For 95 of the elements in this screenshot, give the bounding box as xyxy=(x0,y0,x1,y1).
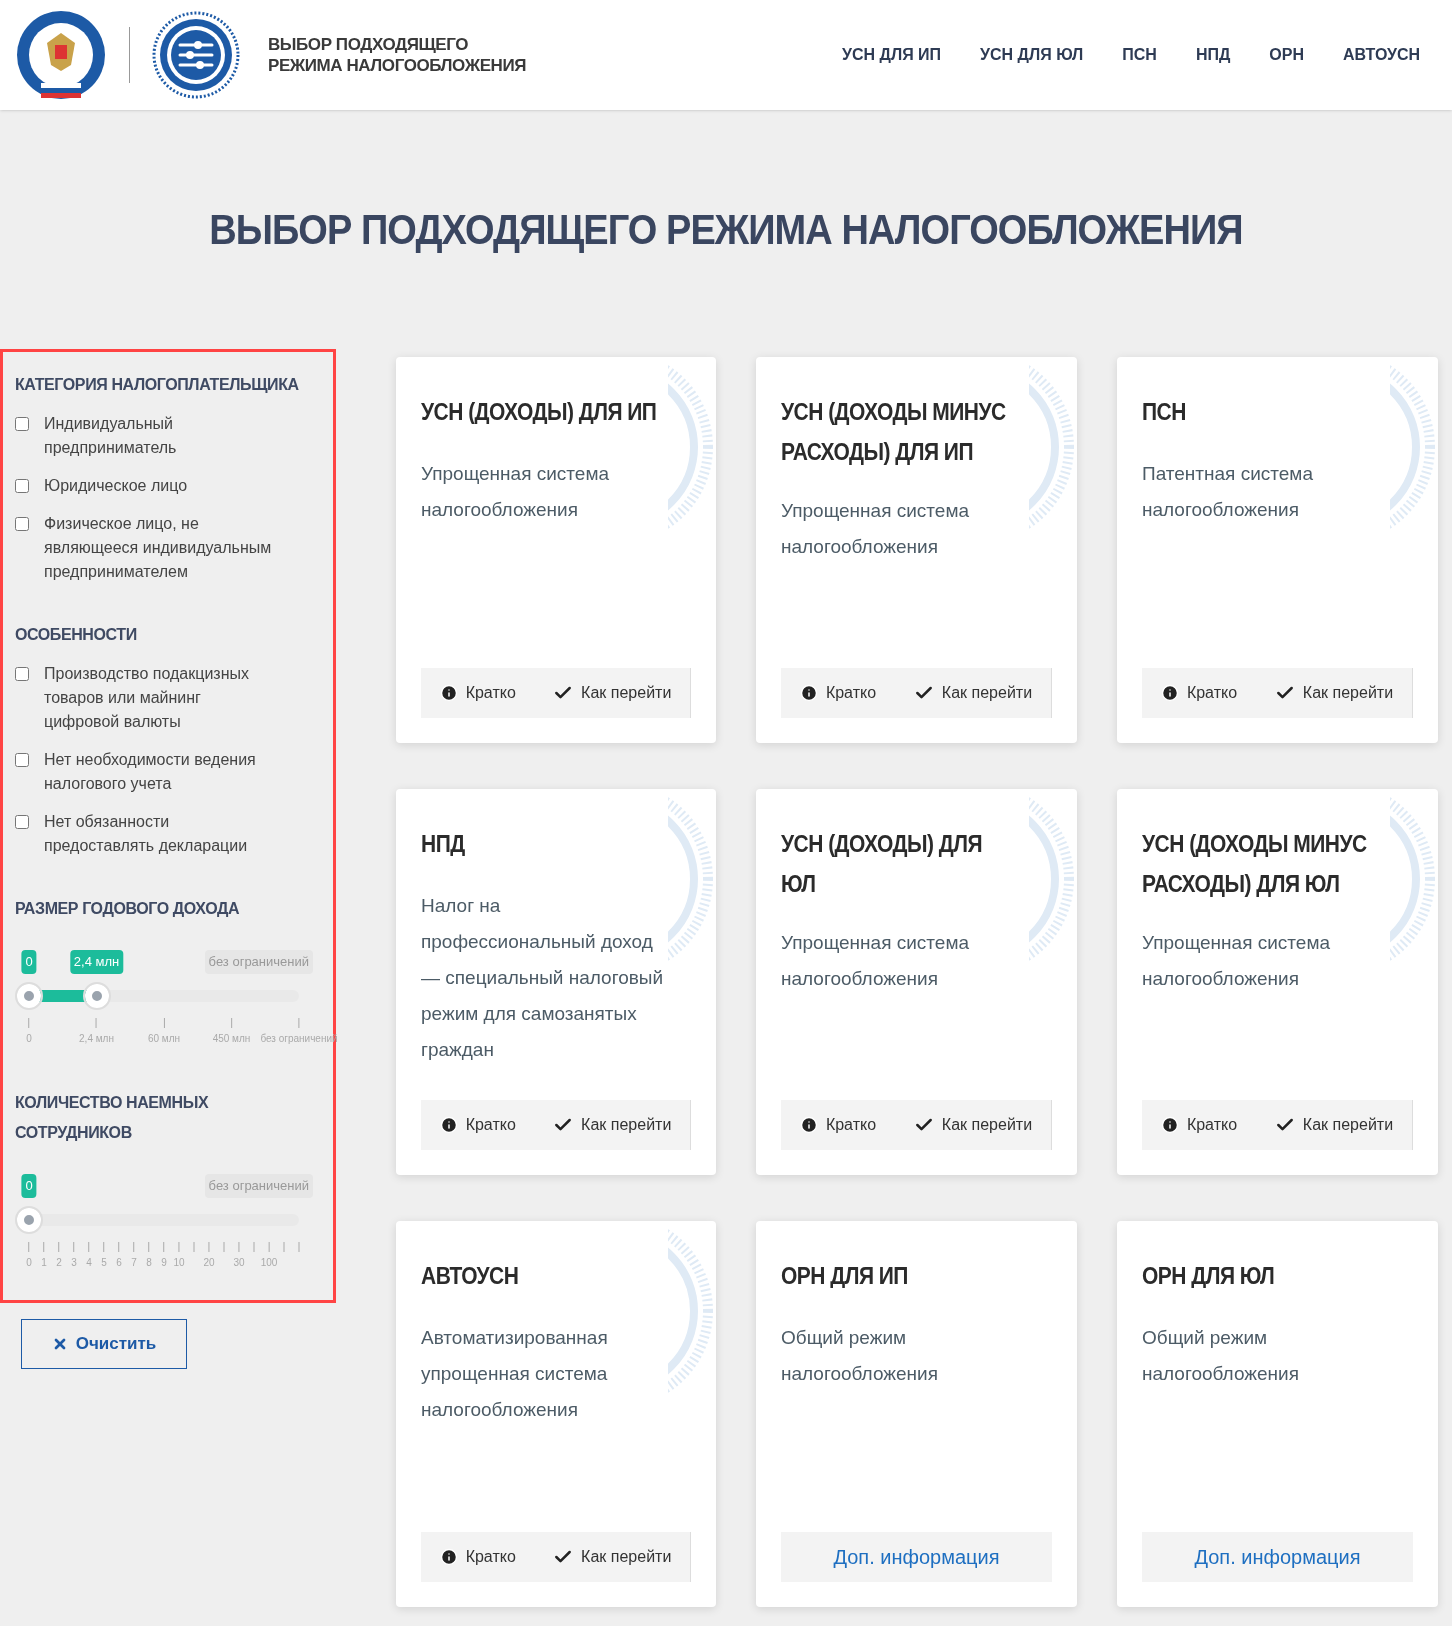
switch-button[interactable]: Как перейти xyxy=(553,1113,672,1137)
card-description: Упрощенная система налогообложения xyxy=(421,462,611,522)
tick-label: 20 xyxy=(203,1256,215,1270)
checkbox[interactable] xyxy=(15,667,29,681)
card-title: УСН (ДОХОДЫ) ДЛЯ ЮЛ xyxy=(781,829,983,899)
tick-label: 30 xyxy=(233,1256,245,1270)
checkbox[interactable] xyxy=(15,753,29,767)
tick-label: 4 xyxy=(86,1256,92,1270)
switch-button[interactable]: Как перейти xyxy=(913,681,1033,705)
card-title: УСН (ДОХОДЫ) ДЛЯ ИП xyxy=(421,397,657,426)
brief-button[interactable]: Кратко xyxy=(1160,681,1238,705)
checkbox[interactable] xyxy=(15,517,29,531)
nav-link[interactable]: УСН ДЛЯ ИП xyxy=(842,43,942,67)
tick-label: 1 xyxy=(41,1256,47,1270)
emblem-logo-icon xyxy=(15,9,107,101)
max-value-label: без ограничений xyxy=(204,950,313,974)
slider-thumb[interactable] xyxy=(17,1208,41,1232)
info-icon xyxy=(439,1116,458,1134)
checkbox-label: Нет необходимости ведения налогового учета xyxy=(44,750,257,794)
card-title: ОРН ДЛЯ ЮЛ xyxy=(1142,1261,1275,1290)
checkbox-label: Производство подакцизных товаров или майнинг цифровой валюты xyxy=(44,664,250,732)
brief-button[interactable]: Кратко xyxy=(1160,1113,1238,1137)
brief-button[interactable]: Кратко xyxy=(799,681,877,705)
value-tooltip: 0 xyxy=(21,1174,37,1198)
brief-button[interactable]: Кратко xyxy=(439,681,516,705)
filter-heading: РАЗМЕР ГОДОВОГО ДОХОДА xyxy=(15,899,241,919)
tick-label: 2 xyxy=(56,1256,62,1270)
info-icon xyxy=(439,1548,458,1566)
clear-button[interactable]: Очистить xyxy=(21,1319,187,1369)
card-description: Упрощенная система налогообложения xyxy=(781,499,971,559)
switch-button[interactable]: Как перейти xyxy=(553,1545,672,1569)
info-icon xyxy=(799,1116,818,1134)
switch-button[interactable]: Как перейти xyxy=(1274,681,1394,705)
nav-link[interactable]: НПД xyxy=(1195,43,1231,67)
card-title: АВТОУСН xyxy=(421,1261,519,1290)
tick-label: 8 xyxy=(146,1256,152,1270)
checkbox-label: Юридическое лицо xyxy=(44,476,188,496)
switch-button[interactable]: Как перейти xyxy=(553,681,672,705)
more-info-link[interactable]: Доп. информация xyxy=(1142,1532,1413,1582)
site-title: РЕЖИМА НАЛОГООБЛОЖЕНИЯ xyxy=(268,55,526,76)
nav-link[interactable]: ОРН xyxy=(1269,43,1304,67)
brief-button[interactable]: Кратко xyxy=(799,1113,877,1137)
value-tooltip: 0 xyxy=(21,950,37,974)
checkbox-label: Индивидуальный предприниматель xyxy=(44,414,178,458)
value-tooltip: 2,4 млн xyxy=(69,950,124,974)
tick-label: 60 млн xyxy=(147,1032,181,1046)
info-icon xyxy=(1160,1116,1179,1134)
tick-label: 10 xyxy=(173,1256,185,1270)
card-description: Патентная система налогообложения xyxy=(1142,462,1314,522)
tick-label: 0 xyxy=(26,1032,32,1046)
max-value-label: без ограничений xyxy=(204,1174,313,1198)
card-title: ПСН xyxy=(1142,397,1186,426)
more-info-link[interactable]: Доп. информация xyxy=(781,1532,1052,1582)
tick-label: 0 xyxy=(26,1256,32,1270)
filter-heading: ОСОБЕННОСТИ xyxy=(15,625,138,645)
info-icon xyxy=(1160,684,1179,702)
card-description: Общий режим налогообложения xyxy=(781,1326,939,1386)
brief-button[interactable]: Кратко xyxy=(439,1545,516,1569)
info-icon xyxy=(439,684,458,702)
slider-thumb[interactable] xyxy=(17,984,41,1008)
card-description: Общий режим налогообложения xyxy=(1142,1326,1300,1386)
switch-button[interactable]: Как перейти xyxy=(1274,1113,1394,1137)
brief-button[interactable]: Кратко xyxy=(439,1113,516,1137)
card-description: Автоматизированная упрощенная система налогообложения xyxy=(421,1326,609,1422)
slider-thumb[interactable] xyxy=(84,984,109,1008)
card-description: Упрощенная система налогообложения xyxy=(1142,931,1332,991)
checkbox[interactable] xyxy=(15,479,29,493)
tick-label: 100 xyxy=(260,1256,278,1270)
card-title: УСН (ДОХОДЫ МИНУС РАСХОДЫ) ДЛЯ ЮЛ xyxy=(1142,829,1368,899)
nav-link[interactable]: АВТОУСН xyxy=(1343,43,1420,67)
info-icon xyxy=(799,684,818,702)
nav-link[interactable]: УСН ДЛЯ ЮЛ xyxy=(980,43,1084,67)
tick-label: 6 xyxy=(116,1256,122,1270)
tick-label: 5 xyxy=(101,1256,107,1270)
checkbox[interactable] xyxy=(15,417,29,431)
card-title: НПД xyxy=(421,829,465,858)
page-title: ВЫБОР ПОДХОДЯЩЕГО РЕЖИМА НАЛОГООБЛОЖЕНИЯ xyxy=(208,205,1244,256)
tick-label: 9 xyxy=(161,1256,167,1270)
checkbox[interactable] xyxy=(15,815,29,829)
filter-heading: КОЛИЧЕСТВО НАЕМНЫХ СОТРУДНИКОВ xyxy=(15,1093,210,1143)
checkbox-label: Нет обязанности предоставлять декларации xyxy=(44,812,249,856)
checkbox-label: Физическое лицо, не являющееся индивидуальным предпринимателем xyxy=(44,514,273,582)
settings-logo-icon xyxy=(152,11,240,99)
tick-label: 450 млн xyxy=(212,1032,251,1046)
tick-label: 7 xyxy=(131,1256,137,1270)
tick-label: 2,4 млн xyxy=(79,1032,114,1046)
nav-link[interactable]: ПСН xyxy=(1122,43,1157,67)
card-title: УСН (ДОХОДЫ МИНУС РАСХОДЫ) ДЛЯ ИП xyxy=(781,397,1007,467)
card-description: Упрощенная система налогообложения xyxy=(781,931,971,991)
card-title: ОРН ДЛЯ ИП xyxy=(781,1261,908,1290)
tick-label: 3 xyxy=(71,1256,77,1270)
filter-heading: КАТЕГОРИЯ НАЛОГОПЛАТЕЛЬЩИКА xyxy=(15,375,300,395)
site-title: ВЫБОР ПОДХОДЯЩЕГО xyxy=(268,34,470,55)
switch-button[interactable]: Как перейти xyxy=(913,1113,1033,1137)
card-description: Налог на профессиональный доход — специальный налоговый режим для самозанятых граждан xyxy=(421,894,664,1062)
